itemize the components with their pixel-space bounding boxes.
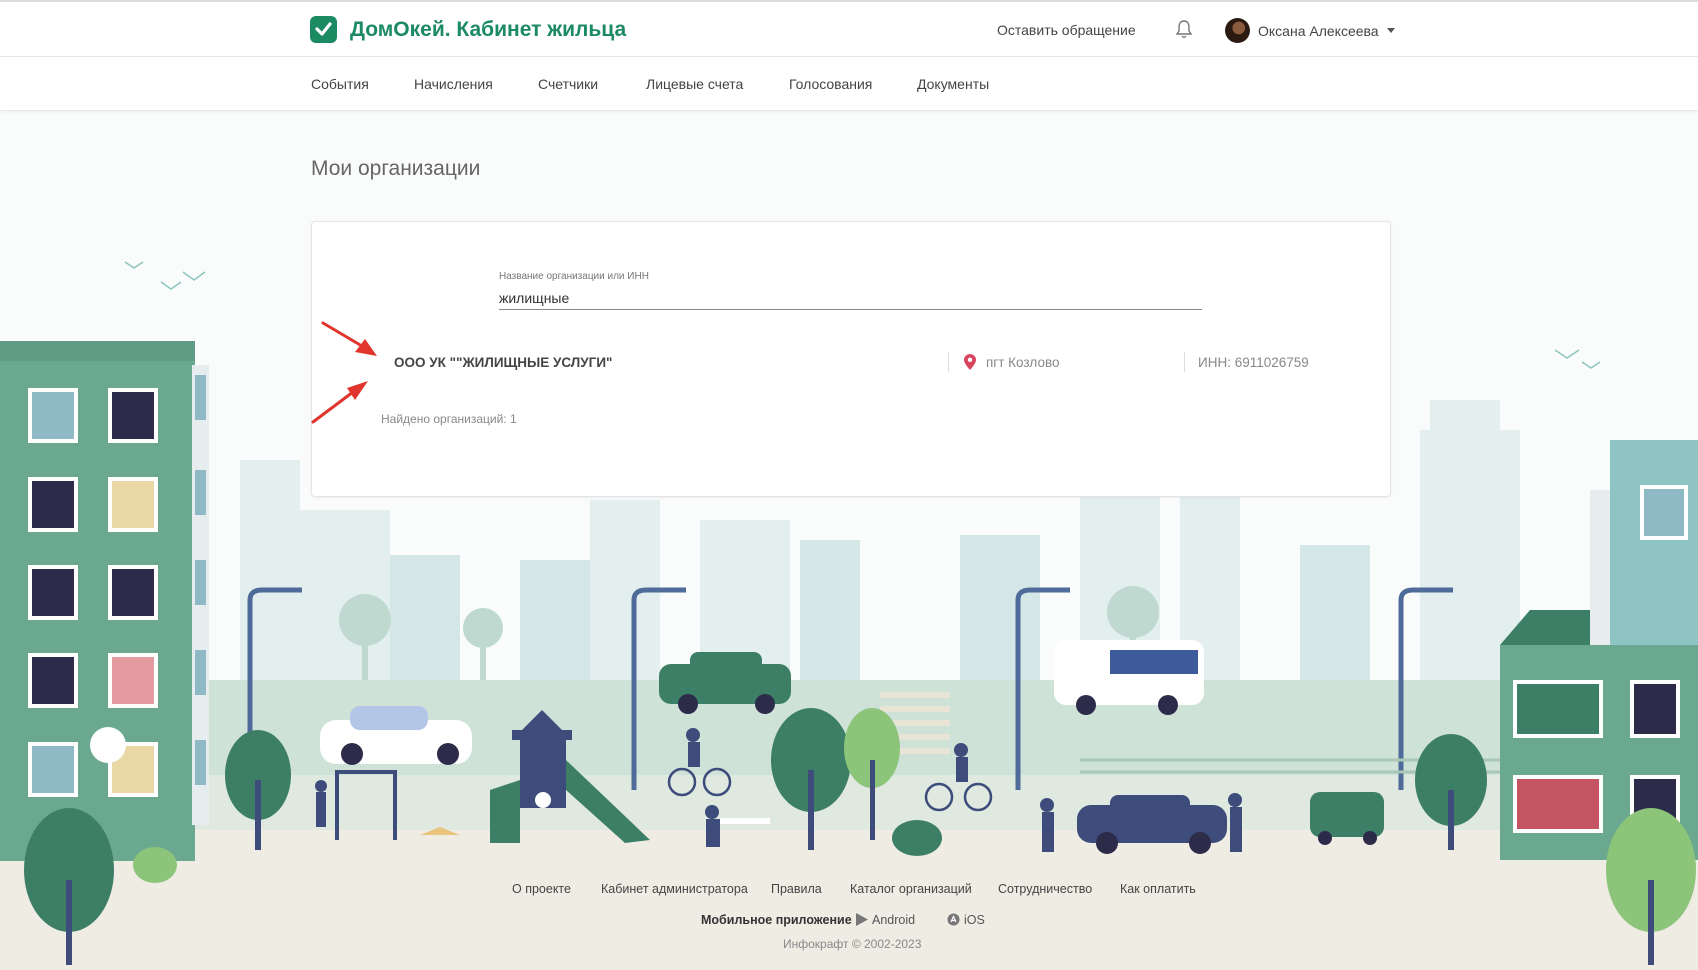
search-label: Название организации или ИНН [499,271,649,282]
nav-meters[interactable]: Счетчики [538,76,598,92]
organization-name[interactable]: ООО УК ""ЖИЛИЩНЫЕ УСЛУГИ" [394,355,612,370]
apple-icon [947,913,960,929]
footer-link-partnership[interactable]: Сотрудничество [998,882,1092,896]
page-title: Мои организации [311,157,481,180]
nav-charges[interactable]: Начисления [414,76,493,92]
chevron-down-icon [1386,28,1395,33]
organization-row[interactable]: ООО УК ""ЖИЛИЩНЫЕ УСЛУГИ" пгт Козлово ИН… [311,350,1391,376]
divider [1184,352,1185,372]
android-icon [856,913,868,929]
map-pin-icon [964,354,976,375]
main-nav: События Начисления Счетчики Лицевые счет… [0,57,1698,111]
search-input[interactable] [499,286,1202,310]
leave-appeal-link[interactable]: Оставить обращение [997,22,1136,38]
mobile-app-label: Мобильное приложение [701,913,852,927]
footer-link-admin-cabinet[interactable]: Кабинет администратора [601,882,748,896]
android-link[interactable]: Android [872,913,915,927]
user-menu[interactable]: Оксана Алексеева [1225,18,1395,43]
footer-link-how-to-pay[interactable]: Как оплатить [1120,882,1196,896]
logo[interactable]: ДомОкей. Кабинет жильца [310,16,626,43]
user-name: Оксана Алексеева [1258,22,1379,39]
annotation-arrows [311,321,377,424]
organization-inn: ИНН: 6911026759 [1198,355,1309,370]
nav-events[interactable]: События [311,76,369,92]
nav-accounts[interactable]: Лицевые счета [646,76,743,92]
logo-check-icon [310,16,337,43]
divider [948,352,949,372]
ios-link[interactable]: iOS [964,913,985,927]
top-header: ДомОкей. Кабинет жильца Оставить обращен… [0,0,1698,57]
app-title: ДомОкей. Кабинет жильца [350,17,627,41]
nav-documents[interactable]: Документы [917,76,989,92]
footer-link-catalog[interactable]: Каталог организаций [850,882,972,896]
arrow-icon [321,321,377,356]
nav-votes[interactable]: Голосования [789,76,872,92]
avatar [1225,18,1250,43]
bell-icon[interactable] [1175,19,1193,44]
organization-city: пгт Козлово [986,355,1060,370]
footer-link-rules[interactable]: Правила [771,882,822,896]
arrow-icon [311,381,368,424]
footer-link-about[interactable]: О проекте [512,882,571,896]
found-count: Найдено организаций: 1 [381,412,517,426]
copyright: Инфокрафт © 2002-2023 [783,937,922,951]
